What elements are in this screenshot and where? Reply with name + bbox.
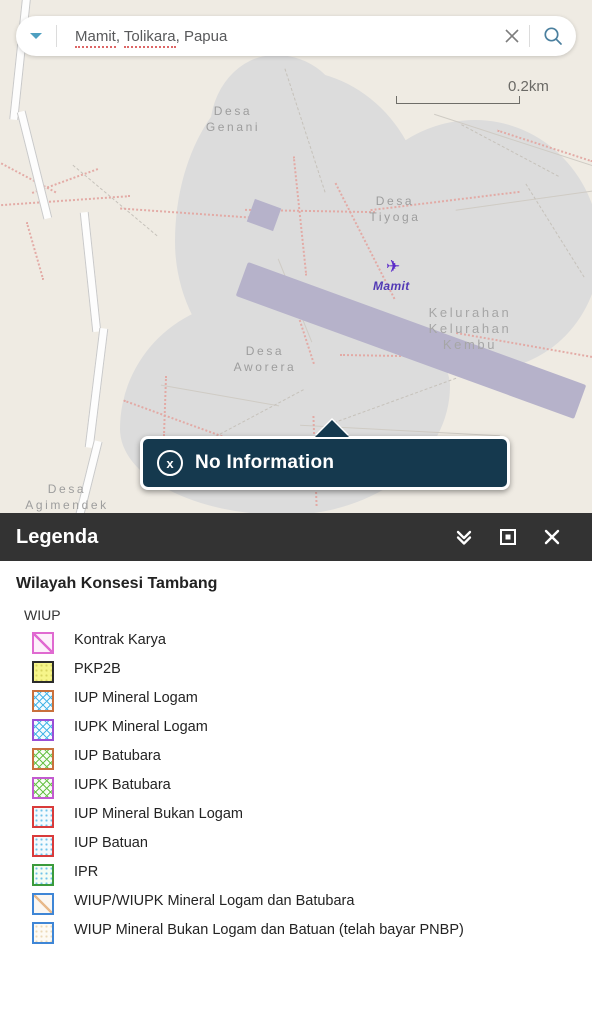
legend-item-label: Kontrak Karya: [74, 632, 166, 648]
legend-swatch: [32, 893, 54, 915]
legend-item[interactable]: IUP Mineral Bukan Logam: [32, 802, 576, 831]
clear-search-button[interactable]: [495, 16, 529, 56]
airport-label: Mamit: [373, 279, 410, 293]
chevron-down-icon[interactable]: [16, 16, 56, 56]
scale-bar-label: 0.2km: [508, 78, 549, 95]
legend-swatch: [32, 777, 54, 799]
search-bar[interactable]: Mamit, Tolikara, Papua: [16, 16, 576, 56]
close-panel-button[interactable]: [530, 513, 574, 561]
legend-swatch: [32, 835, 54, 857]
caret-triangle: [30, 33, 42, 39]
legend-swatch: [32, 922, 54, 944]
legend-section-title: Wilayah Konsesi Tambang: [16, 575, 218, 592]
legend-item-label: IUP Mineral Bukan Logam: [74, 806, 243, 822]
double-chevron-down-icon: [456, 530, 472, 545]
legend-item-label: IUP Batuan: [74, 835, 148, 851]
legend-item-label: WIUP/WIUPK Mineral Logam dan Batubara: [74, 893, 355, 909]
legend-item-list: Kontrak Karya PKP2B IUP Mineral Logam IUPK …: [16, 628, 576, 947]
legend-swatch: [32, 632, 54, 654]
legend-item-label: WIUP Mineral Bukan Logam dan Batuan (tel…: [74, 922, 464, 938]
legend-swatch: [32, 719, 54, 741]
legend-item[interactable]: IUP Batuan: [32, 831, 576, 860]
legend-item[interactable]: IUP Mineral Logam: [32, 686, 576, 715]
legend-item-label: PKP2B: [74, 661, 121, 677]
search-term-2: Tolikara: [123, 27, 176, 48]
square-icon: [500, 529, 516, 545]
search-icon: [544, 27, 562, 45]
map-main-road: [79, 211, 102, 333]
search-input[interactable]: Mamit, Tolikara, Papua: [57, 27, 495, 48]
airplane-icon: ✈: [386, 257, 401, 276]
map-main-road: [84, 327, 109, 449]
search-term-1: Mamit: [75, 27, 116, 48]
collapse-button[interactable]: [442, 513, 486, 561]
close-circle-icon[interactable]: x: [157, 450, 183, 476]
legend-header: Legenda: [0, 513, 592, 561]
legend-item[interactable]: IUP Batubara: [32, 744, 576, 773]
maximize-button[interactable]: [486, 513, 530, 561]
scale-bar-line: [396, 96, 520, 104]
search-term-3: , Papua: [175, 27, 228, 45]
legend-item[interactable]: Kontrak Karya: [32, 628, 576, 657]
legend-swatch: [32, 806, 54, 828]
search-sep-1: ,: [115, 27, 124, 45]
map-canvas[interactable]: Desa Genani Desa Tiyoga Kelurahan Kelura…: [0, 0, 592, 513]
map-boundary: [25, 221, 45, 281]
map-boundary: [0, 195, 130, 207]
close-icon: [544, 529, 560, 545]
popup-title: No Information: [195, 452, 335, 473]
legend-item-label: IPR: [74, 864, 99, 880]
map-place-label: Desa Agimendek: [25, 482, 109, 512]
legend-item[interactable]: WIUP Mineral Bukan Logam dan Batuan (tel…: [32, 918, 576, 947]
legend-swatch: [32, 864, 54, 886]
legend-item-label: IUP Mineral Logam: [74, 690, 198, 706]
legend-item-label: IUPK Batubara: [74, 777, 171, 793]
legend-panel-title: Legenda: [16, 525, 99, 548]
legend-swatch: [32, 661, 54, 683]
legend-item-label: IUPK Mineral Logam: [74, 719, 208, 735]
legend-body: Wilayah Konsesi Tambang WIUP Kontrak Kar…: [0, 561, 592, 947]
legend-item[interactable]: WIUP/WIUPK Mineral Logam dan Batubara: [32, 889, 576, 918]
search-button[interactable]: [530, 16, 576, 56]
legend-item-label: IUP Batubara: [74, 748, 161, 764]
legend-item[interactable]: PKP2B: [32, 657, 576, 686]
legend-item[interactable]: IPR: [32, 860, 576, 889]
legend-item[interactable]: IUPK Batubara: [32, 773, 576, 802]
map-popup[interactable]: x No Information: [140, 436, 510, 490]
legend-swatch: [32, 690, 54, 712]
legend-panel: Legenda Wilayah Konsesi Tambang WIUP Kon…: [0, 513, 592, 1024]
map-main-road: [74, 440, 103, 513]
legend-group-label: WIUP: [24, 607, 61, 623]
legend-item[interactable]: IUPK Mineral Logam: [32, 715, 576, 744]
close-icon: [505, 29, 519, 43]
legend-swatch: [32, 748, 54, 770]
